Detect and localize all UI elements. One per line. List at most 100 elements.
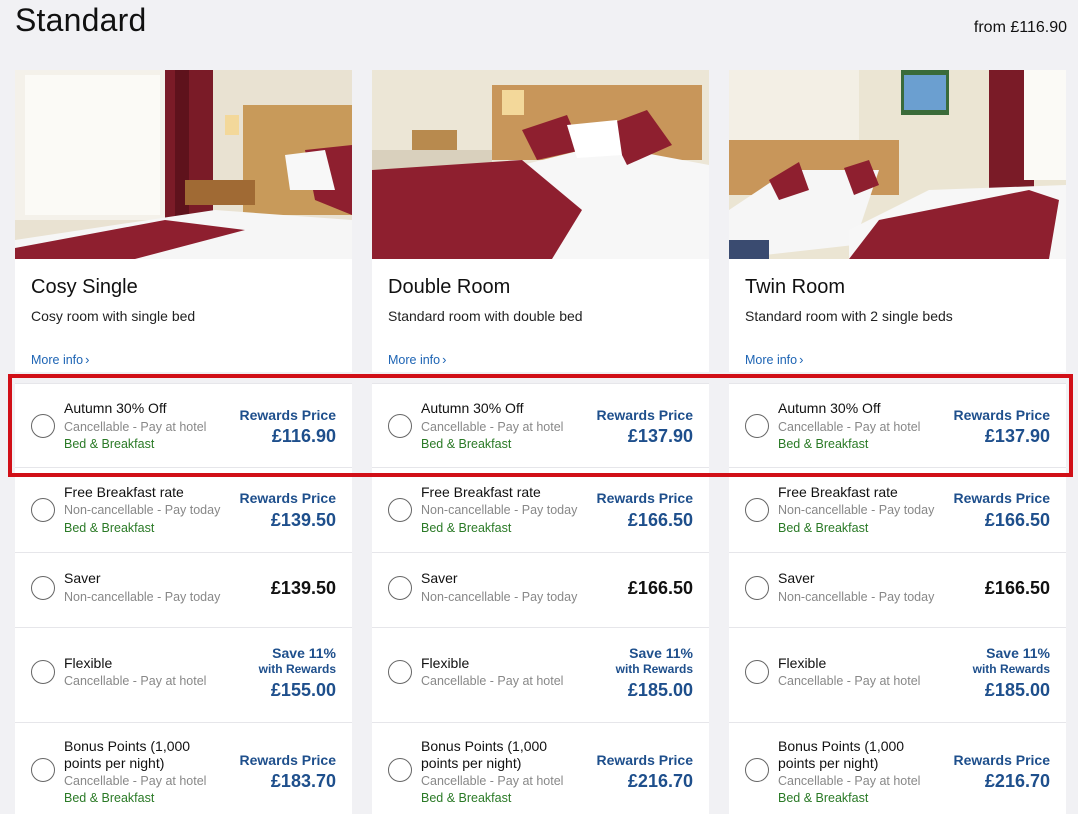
rate-radio[interactable] [388, 660, 412, 684]
room-description: Cosy room with single bed [31, 308, 196, 324]
rate-terms: Non-cancellable - Pay today [64, 590, 221, 604]
rate-price: £137.90 [627, 426, 693, 446]
room-name: Twin Room [745, 276, 846, 298]
price-label: Rewards Price [953, 407, 1051, 423]
rate-option[interactable]: Saver Non-cancellable - Pay today £166.50 [372, 552, 709, 627]
rate-option[interactable]: Autumn 30% Off Cancellable - Pay at hotel… [372, 383, 709, 467]
rate-option[interactable]: Saver Non-cancellable - Pay today £166.50 [729, 552, 1066, 627]
rate-board: Bed & Breakfast [778, 791, 869, 805]
room-card: Double Room Standard room with double be… [372, 70, 709, 814]
price-label: Rewards Price [239, 752, 337, 768]
rate-radio[interactable] [388, 414, 412, 438]
rate-terms: Cancellable - Pay at hotel [421, 774, 564, 788]
rate-name: Bonus Points (1,000 points per night) [64, 738, 191, 771]
rate-name: Bonus Points (1,000 points per night) [778, 738, 905, 771]
rate-price: £139.50 [270, 510, 336, 530]
rate-name: Autumn 30% Off [421, 400, 524, 416]
price-label: Rewards Price [953, 752, 1051, 768]
rate-terms: Cancellable - Pay at hotel [421, 674, 564, 688]
rate-option[interactable]: Bonus Points (1,000 points per night) Can… [15, 722, 352, 814]
chevron-right-icon: › [442, 352, 447, 367]
rate-board: Bed & Breakfast [421, 521, 512, 535]
price-sublabel: with Rewards [258, 662, 336, 676]
price-sublabel: with Rewards [972, 662, 1050, 676]
rate-name: Flexible [778, 655, 827, 671]
rate-option[interactable]: Free Breakfast rate Non-cancellable - Pay… [372, 467, 709, 552]
rate-price: £116.90 [271, 426, 336, 446]
rate-terms: Cancellable - Pay at hotel [421, 420, 564, 434]
room-description: Standard room with 2 single beds [745, 308, 953, 324]
rate-price: £166.50 [627, 578, 693, 598]
room-info: Double Room Standard room with double be… [372, 259, 709, 372]
room-card: Cosy Single Cosy room with single bed Mo… [15, 70, 352, 814]
rate-name: Free Breakfast rate [778, 484, 898, 500]
price-label: Rewards Price [596, 407, 694, 423]
rate-board: Bed & Breakfast [64, 521, 155, 535]
rate-radio[interactable] [745, 758, 769, 782]
rate-option[interactable]: Bonus Points (1,000 points per night) Can… [372, 722, 709, 814]
rate-terms: Cancellable - Pay at hotel [778, 420, 921, 434]
rate-price: £216.70 [627, 771, 693, 791]
rate-option[interactable]: Flexible Cancellable - Pay at hotel Save 1… [15, 627, 352, 722]
rate-option[interactable]: Flexible Cancellable - Pay at hotel Save 1… [372, 627, 709, 722]
rate-name: Flexible [421, 655, 470, 671]
rate-price: £155.00 [270, 680, 336, 700]
room-info: Twin Room Standard room with 2 single be… [729, 259, 1066, 372]
chevron-right-icon: › [799, 352, 804, 367]
rate-radio[interactable] [31, 414, 55, 438]
rate-name: Autumn 30% Off [778, 400, 881, 416]
section-title: Standard [15, 2, 147, 38]
more-info-link[interactable]: More info › [388, 352, 446, 367]
rate-radio[interactable] [388, 758, 412, 782]
rate-option[interactable]: Saver Non-cancellable - Pay today £139.50 [15, 552, 352, 627]
price-label: Rewards Price [239, 490, 337, 506]
rate-radio[interactable] [31, 758, 55, 782]
rate-radio[interactable] [745, 498, 769, 522]
rate-radio[interactable] [31, 660, 55, 684]
price-label: Save 11% [272, 645, 336, 661]
price-label: Rewards Price [596, 490, 694, 506]
rate-radio[interactable] [745, 576, 769, 600]
rate-board: Bed & Breakfast [64, 437, 155, 451]
rate-name: Free Breakfast rate [64, 484, 184, 500]
rate-radio[interactable] [31, 498, 55, 522]
rate-option[interactable]: Free Breakfast rate Non-cancellable - Pay… [729, 467, 1066, 552]
rate-terms: Cancellable - Pay at hotel [64, 674, 207, 688]
rate-radio[interactable] [745, 414, 769, 438]
room-photo [372, 70, 709, 259]
room-photo [729, 70, 1066, 259]
rate-terms: Cancellable - Pay at hotel [64, 420, 207, 434]
rate-option[interactable]: Free Breakfast rate Non-cancellable - Pay… [15, 467, 352, 552]
rate-option[interactable]: Bonus Points (1,000 points per night) Can… [729, 722, 1066, 814]
from-price: from £116.90 [973, 19, 1067, 36]
room-photo [15, 70, 352, 259]
rate-radio[interactable] [745, 660, 769, 684]
rate-terms: Non-cancellable - Pay today [778, 503, 935, 517]
rate-option[interactable]: Flexible Cancellable - Pay at hotel Save 1… [729, 627, 1066, 722]
rate-radio[interactable] [388, 576, 412, 600]
rate-terms: Non-cancellable - Pay today [421, 503, 578, 517]
rate-option[interactable]: Autumn 30% Off Cancellable - Pay at hotel… [15, 383, 352, 467]
more-info-link[interactable]: More info › [31, 352, 89, 367]
price-label: Save 11% [986, 645, 1050, 661]
room-description: Standard room with double bed [388, 308, 583, 324]
rate-option[interactable]: Autumn 30% Off Cancellable - Pay at hotel… [729, 383, 1066, 467]
rate-name: Saver [421, 570, 458, 586]
price-label: Rewards Price [239, 407, 337, 423]
rate-price: £137.90 [984, 426, 1050, 446]
rate-board: Bed & Breakfast [64, 791, 155, 805]
rate-radio[interactable] [388, 498, 412, 522]
rate-name: Flexible [64, 655, 113, 671]
rate-name: Free Breakfast rate [421, 484, 541, 500]
rate-price: £166.50 [984, 510, 1050, 530]
rate-price: £185.00 [627, 680, 693, 700]
rate-terms: Non-cancellable - Pay today [778, 590, 935, 604]
price-sublabel: with Rewards [615, 662, 693, 676]
rate-price: £185.00 [984, 680, 1050, 700]
rate-board: Bed & Breakfast [778, 521, 869, 535]
rate-terms: Cancellable - Pay at hotel [778, 674, 921, 688]
rate-radio[interactable] [31, 576, 55, 600]
more-info-link[interactable]: More info › [745, 352, 803, 367]
room-name: Cosy Single [31, 276, 138, 298]
room-card: Twin Room Standard room with 2 single be… [729, 70, 1066, 814]
